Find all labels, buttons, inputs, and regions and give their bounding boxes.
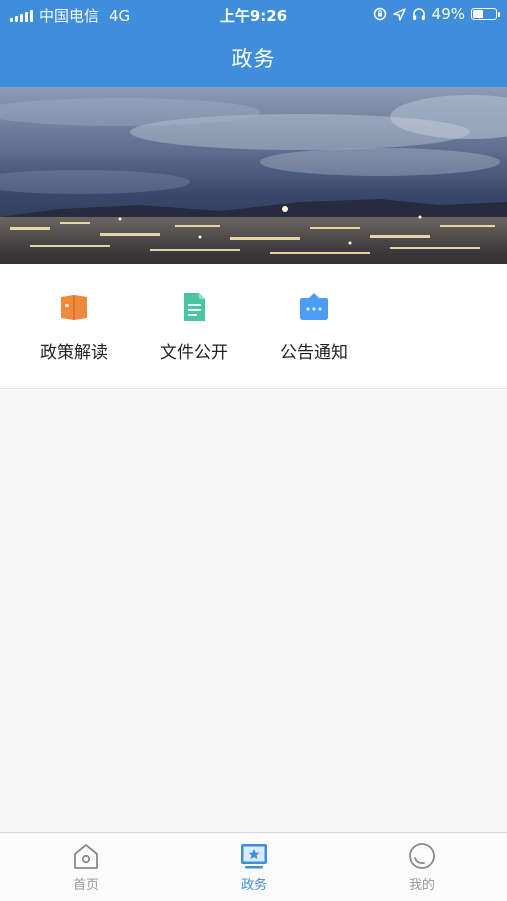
status-right: 49%	[373, 5, 500, 23]
content-area	[0, 389, 507, 832]
service-menu: 政策解读 文件公开 公告通知	[0, 264, 507, 389]
menu-item-notices[interactable]: 公告通知	[254, 290, 374, 363]
profile-icon	[409, 843, 435, 869]
orientation-lock-icon	[373, 7, 386, 21]
bottom-tab-bar: 首页 政务 我的	[0, 832, 507, 901]
location-arrow-icon	[392, 7, 406, 21]
message-icon	[300, 293, 328, 320]
battery-percent: 49%	[431, 5, 465, 23]
battery-level	[473, 10, 483, 18]
menu-item-policy[interactable]: 政策解读	[14, 290, 134, 363]
menu-label-notices: 公告通知	[280, 343, 348, 363]
banner-image	[0, 87, 507, 264]
tab-government[interactable]: 政务	[194, 841, 314, 893]
page-title: 政务	[231, 47, 276, 71]
government-icon	[241, 844, 267, 869]
document-icon	[184, 293, 205, 321]
tab-home[interactable]: 首页	[26, 841, 146, 893]
menu-label-policy: 政策解读	[40, 343, 108, 363]
headphones-icon	[412, 8, 425, 20]
tab-profile[interactable]: 我的	[362, 841, 482, 893]
menu-label-documents: 文件公开	[160, 343, 228, 363]
battery-icon	[471, 8, 500, 20]
home-icon	[74, 844, 98, 869]
status-bar: 中国电信 4G 上午9:26 49%	[0, 0, 507, 30]
book-icon	[61, 295, 87, 320]
city-night-banner[interactable]	[0, 87, 507, 264]
app-header: 中国电信 4G 上午9:26 49% 政务	[0, 0, 507, 87]
tab-label-home: 首页	[72, 878, 99, 893]
tab-label-government: 政务	[240, 878, 267, 893]
menu-item-documents[interactable]: 文件公开	[134, 290, 254, 363]
tab-label-profile: 我的	[408, 878, 435, 893]
